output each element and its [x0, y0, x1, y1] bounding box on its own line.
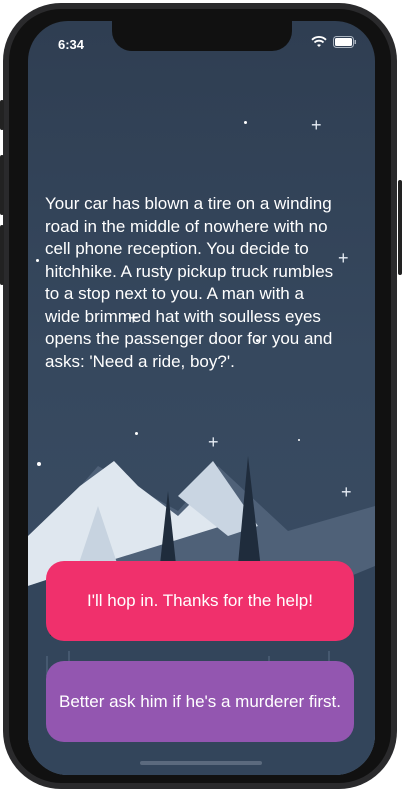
device-notch: [112, 21, 292, 51]
choice-hop-in-button[interactable]: I'll hop in. Thanks for the help!: [46, 561, 354, 641]
star: [244, 121, 247, 124]
star: [36, 259, 39, 262]
power-button: [398, 180, 402, 275]
battery-icon: [333, 36, 357, 48]
sparkle-icon: +: [311, 115, 322, 135]
mute-switch: [0, 100, 4, 130]
story-text: Your car has blown a tire on a winding r…: [45, 194, 334, 371]
choice-ask-murderer-button[interactable]: Better ask him if he's a murderer first.: [46, 661, 354, 742]
volume-down-button: [0, 225, 4, 285]
home-indicator[interactable]: [140, 761, 262, 765]
sparkle-icon: +: [338, 248, 349, 268]
wifi-icon: [311, 36, 327, 48]
volume-up-button: [0, 155, 4, 215]
status-time: 6:34: [58, 37, 85, 52]
app-screen: + + + + + 6:34 Your car has blown a tire…: [28, 21, 375, 775]
star: [135, 432, 138, 435]
status-icons: [311, 36, 357, 48]
